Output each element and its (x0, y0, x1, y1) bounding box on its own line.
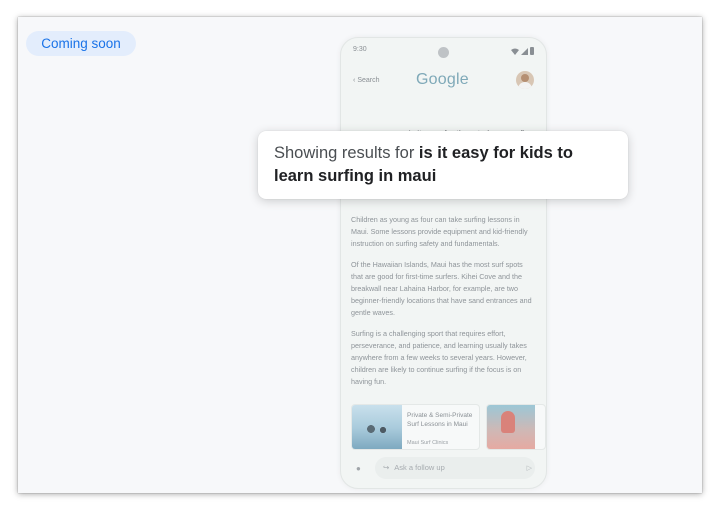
phone-top-bar: ‹ Search Google (341, 68, 546, 96)
battery-icon (530, 47, 534, 55)
source-card[interactable] (486, 404, 546, 450)
chevron-left-icon: ‹ (353, 77, 356, 84)
source-card-source: Maui Surf Clinics (407, 440, 449, 446)
showing-results-popup: Showing results for is it easy for kids … (258, 131, 628, 199)
avatar[interactable] (516, 71, 534, 89)
phone-mockup: 9:30 ‹ Search Google is it easy for them… (340, 37, 547, 489)
slide: Coming soon 9:30 ‹ Search Google is it e… (18, 17, 702, 493)
answer-paragraph: Children as young as four can take surfi… (351, 215, 528, 249)
follow-up-input[interactable]: ↪ Ask a follow up (375, 457, 535, 479)
status-time: 9:30 (353, 46, 367, 53)
coming-soon-badge: Coming soon (26, 31, 136, 56)
answer-paragraph: Of the Hawaiian Islands, Maui has the mo… (351, 259, 532, 318)
send-icon[interactable]: ▷ (527, 464, 532, 472)
source-card-title: Private & Semi-Private Surf Lessons in M… (407, 412, 473, 428)
showing-results-prefix: Showing results for (274, 144, 419, 162)
answer-paragraph: Surfing is a challenging sport that requ… (351, 328, 527, 387)
google-logo: Google (416, 71, 469, 88)
bottom-bar: ● ↪ Ask a follow up ▷ (341, 454, 546, 484)
source-cards: Private & Semi-Private Surf Lessons in M… (351, 404, 546, 452)
back-button[interactable]: ‹ Search (353, 77, 380, 84)
reply-arrow-icon: ↪ (383, 463, 390, 472)
signal-icon (521, 47, 528, 55)
child-surfer-thumbnail (487, 405, 536, 449)
surf-lesson-thumbnail (352, 405, 402, 449)
wifi-icon (511, 48, 519, 55)
ai-answer: Children as young as four can take surfi… (351, 214, 536, 397)
back-label: Search (357, 77, 380, 84)
follow-up-placeholder: Ask a follow up (394, 463, 445, 472)
source-card[interactable]: Private & Semi-Private Surf Lessons in M… (351, 404, 481, 450)
status-icons (511, 47, 534, 55)
camera-cutout (438, 47, 449, 58)
mic-icon[interactable]: ● (356, 464, 361, 473)
